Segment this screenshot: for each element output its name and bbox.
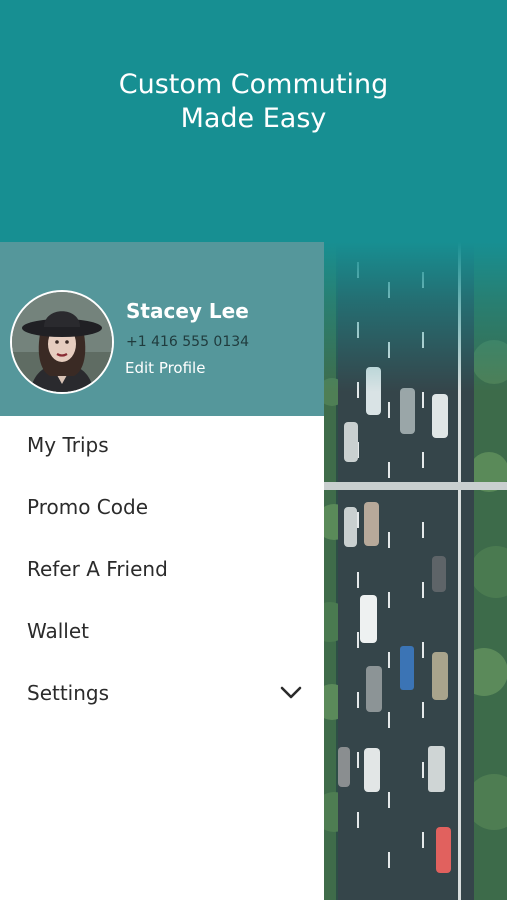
menu-item-promo-code[interactable]: Promo Code bbox=[0, 476, 324, 538]
avatar[interactable] bbox=[10, 290, 114, 394]
drawer-menu: My Trips Promo Code Refer A Friend Walle… bbox=[0, 414, 324, 724]
edit-profile-link[interactable]: Edit Profile bbox=[125, 359, 205, 377]
menu-item-label: Promo Code bbox=[27, 495, 149, 519]
user-name: Stacey Lee bbox=[126, 299, 249, 323]
navigation-drawer: Stacey Lee +1 416 555 0134 Edit Profile … bbox=[0, 242, 324, 900]
chevron-down-icon[interactable] bbox=[280, 686, 302, 700]
headline-line-1: Custom Commuting bbox=[118, 69, 389, 100]
headline-line-2: Made Easy bbox=[180, 103, 327, 134]
menu-item-my-trips[interactable]: My Trips bbox=[0, 414, 324, 476]
user-phone: +1 416 555 0134 bbox=[126, 334, 250, 350]
aerial-road-image bbox=[324, 242, 507, 900]
menu-item-wallet[interactable]: Wallet bbox=[0, 600, 324, 662]
menu-item-label: My Trips bbox=[27, 433, 109, 457]
menu-item-settings[interactable]: Settings bbox=[0, 662, 324, 724]
drawer-header: Stacey Lee +1 416 555 0134 Edit Profile bbox=[0, 242, 324, 416]
menu-item-label: Wallet bbox=[27, 619, 90, 643]
avatar-photo bbox=[12, 292, 112, 392]
menu-item-label: Settings bbox=[27, 681, 110, 705]
menu-item-label: Refer A Friend bbox=[27, 557, 168, 581]
headline: Custom Commuting Made Easy bbox=[0, 68, 507, 136]
menu-item-refer-a-friend[interactable]: Refer A Friend bbox=[0, 538, 324, 600]
